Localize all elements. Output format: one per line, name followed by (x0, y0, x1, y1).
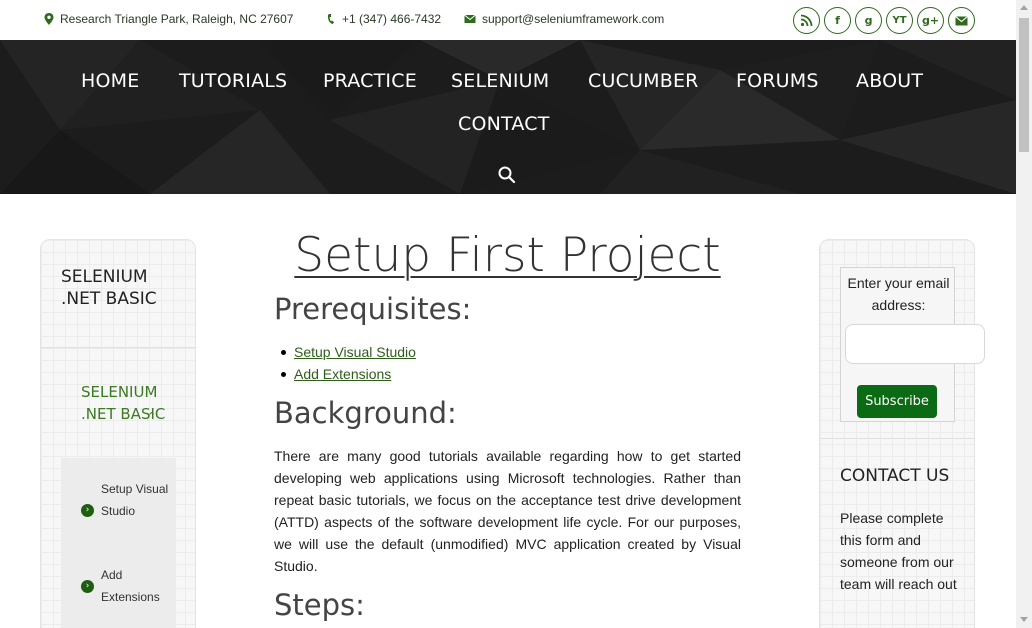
address: Research Triangle Park, Raleigh, NC 2760… (44, 12, 293, 26)
email[interactable]: support@seleniumframework.com (464, 12, 664, 26)
link-add-extensions[interactable]: Add Extensions (294, 366, 391, 382)
email-input[interactable] (845, 324, 985, 364)
address-text: Research Triangle Park, Raleigh, NC 2760… (60, 12, 294, 26)
chevron-right-icon: › (81, 580, 94, 593)
goodreads-icon[interactable]: g (855, 7, 882, 34)
top-bar: Research Triangle Park, Raleigh, NC 2760… (0, 0, 1016, 40)
nav-item-cucumber[interactable]: CUCUMBER (588, 70, 699, 92)
page-title: Setup First Project (294, 228, 721, 283)
sidebar-title: SELENIUM .NET BASIC (61, 267, 157, 309)
left-sidebar: SELENIUM .NET BASIC SELENIUM .NET BASIC … (40, 239, 196, 628)
nav-item-selenium[interactable]: SELENIUM (451, 70, 549, 92)
link-setup-visual-studio[interactable]: Setup Visual Studio (294, 344, 416, 360)
mail-icon[interactable] (948, 7, 975, 34)
contact-us-text: Please complete this form and someone fr… (840, 510, 957, 592)
email-text[interactable]: support@seleniumframework.com (482, 12, 664, 26)
youtube-icon[interactable]: YT (886, 7, 913, 34)
prerequisites-list: Setup Visual Studio Add Extensions (281, 341, 416, 385)
nav-item-about[interactable]: ABOUT (856, 70, 923, 92)
sidebar-link-setup-visual-studio[interactable]: Setup Visual Studio (101, 478, 171, 522)
phone: +1 (347) 466-7432 (326, 12, 441, 26)
list-item: Add Extensions (281, 363, 416, 385)
background-paragraph: There are many good tutorials available … (274, 448, 741, 574)
scrollbar-thumb[interactable] (1019, 18, 1029, 152)
prerequisites-heading: Prerequisites: (274, 292, 472, 326)
google-plus-icon[interactable]: g+ (917, 7, 944, 34)
facebook-icon[interactable]: f (824, 7, 851, 34)
search-icon[interactable] (497, 165, 517, 185)
nav-item-forums[interactable]: FORUMS (736, 70, 819, 92)
rss-icon[interactable] (793, 7, 820, 34)
main-navigation: HOME TUTORIALS PRACTICE SELENIUM CUCUMBE… (0, 40, 1016, 194)
scroll-up-arrow-icon[interactable] (1020, 5, 1028, 10)
background-heading: Background: (274, 396, 457, 430)
list-item: Setup Visual Studio (281, 341, 416, 363)
nav-item-tutorials[interactable]: TUTORIALS (179, 70, 287, 92)
phone-text: +1 (347) 466-7432 (342, 12, 442, 26)
envelope-icon (464, 14, 476, 23)
scroll-down-arrow-icon[interactable] (1020, 617, 1028, 622)
nav-item-contact[interactable]: CONTACT (458, 113, 550, 135)
email-label: Enter your email address: (847, 275, 950, 313)
phone-icon (327, 14, 334, 24)
vertical-scrollbar[interactable] (1016, 0, 1032, 628)
steps-heading: Steps: (274, 588, 365, 622)
map-marker-icon (44, 13, 54, 25)
right-sidebar: Enter your email address: Subscribe CONT… (819, 239, 985, 628)
sidebar-section-toggle[interactable]: SELENIUM .NET BASIC (81, 381, 171, 425)
contact-us-heading: CONTACT US (840, 466, 950, 486)
sidebar-link-list: › Setup Visual Studio › Add Extensions (61, 458, 176, 628)
nav-item-practice[interactable]: PRACTICE (323, 70, 417, 92)
page: Research Triangle Park, Raleigh, NC 2760… (0, 0, 1032, 628)
divider (820, 438, 974, 439)
chevron-up-icon[interactable]: ⌃ (147, 410, 156, 423)
nav-item-home[interactable]: HOME (81, 70, 139, 92)
chevron-right-icon: › (81, 504, 94, 517)
subscribe-button[interactable]: Subscribe (857, 385, 937, 418)
divider (41, 347, 195, 348)
sidebar-link-add-extensions[interactable]: Add Extensions (101, 564, 171, 608)
subscribe-widget: Enter your email address: Subscribe (840, 267, 985, 422)
